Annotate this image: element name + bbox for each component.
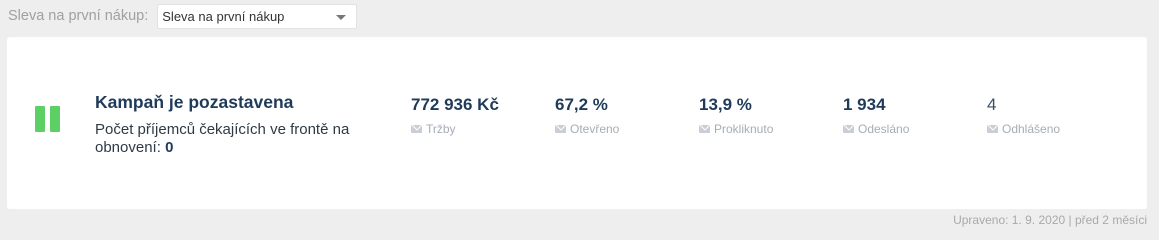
- queue-info: Počet příjemců čekajících ve frontě na o…: [95, 121, 370, 157]
- metric-opened: 67,2 % Otevřeno: [555, 95, 619, 136]
- queue-info-text: Počet příjemců čekajících ve frontě na o…: [95, 121, 350, 156]
- metric-label: Prokliknuto: [714, 122, 774, 136]
- metric-sent: 1 934 Odesláno: [843, 95, 909, 136]
- queue-count: 0: [165, 139, 174, 156]
- filter-label: Sleva na první nákup:: [8, 8, 149, 24]
- metric-unsubscribed: 4 Odhlášeno: [987, 95, 1060, 136]
- pause-icon[interactable]: [35, 106, 60, 132]
- envelope-icon: [555, 125, 566, 133]
- campaign-filter: Sleva na první nákup: Sleva na první nák…: [8, 3, 358, 29]
- metric-clicked: 13,9 % Prokliknuto: [699, 95, 773, 136]
- metric-value: 13,9 %: [699, 95, 752, 114]
- envelope-icon: [411, 125, 422, 133]
- metric-value: 4: [987, 95, 997, 114]
- envelope-icon: [843, 125, 854, 133]
- campaign-status-title: Kampaň je pozastavena: [95, 92, 294, 112]
- campaign-card: Kampaň je pozastavena Počet příjemců ček…: [7, 37, 1147, 209]
- envelope-icon: [699, 125, 710, 133]
- chevron-down-icon: [336, 14, 347, 20]
- last-updated: Upraveno: 1. 9. 2020 | před 2 měsíci: [953, 213, 1147, 227]
- metric-value: 772 936 Kč: [411, 95, 499, 114]
- metric-label: Odesláno: [858, 122, 910, 136]
- metric-label: Odhlášeno: [1002, 122, 1061, 136]
- metric-value: 67,2 %: [555, 95, 608, 114]
- campaign-select-value: Sleva na první nákup: [162, 8, 285, 24]
- campaign-select[interactable]: Sleva na první nákup: [157, 3, 358, 29]
- envelope-icon: [987, 125, 998, 133]
- metric-value: 1 934: [843, 95, 886, 114]
- metric-label: Tržby: [426, 122, 456, 136]
- metric-revenue: 772 936 Kč Tržby: [411, 95, 499, 136]
- page: Sleva na první nákup: Sleva na první nák…: [0, 0, 1159, 233]
- metric-label: Otevřeno: [570, 122, 620, 136]
